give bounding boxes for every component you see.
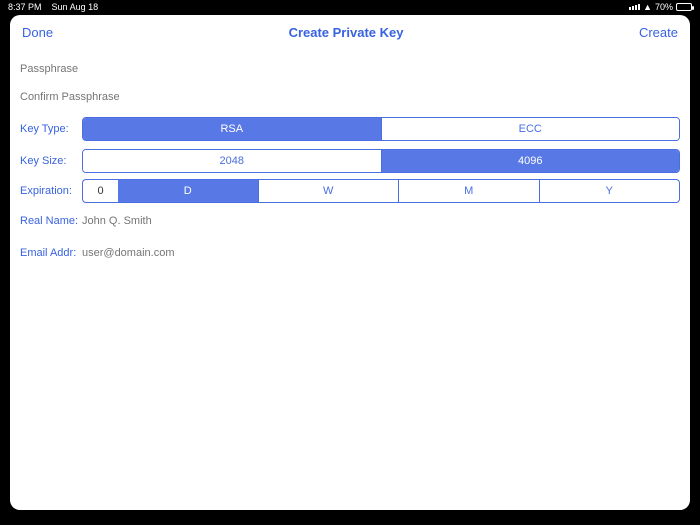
form-content: Key Type: RSA ECC Key Size: 2048 4096 Ex… (10, 51, 690, 277)
expiration-unit-y[interactable]: Y (540, 179, 681, 203)
done-button[interactable]: Done (22, 25, 53, 40)
status-right: ▲ 70% (629, 2, 692, 12)
nav-bar: Done Create Private Key Create (10, 15, 690, 51)
expiration-row: Expiration: D W M Y (20, 179, 680, 203)
key-type-row: Key Type: RSA ECC (20, 115, 680, 143)
cellular-signal-icon (629, 4, 640, 10)
passphrase-input[interactable] (20, 61, 680, 77)
key-size-4096[interactable]: 4096 (382, 150, 680, 172)
real-name-label: Real Name: (20, 215, 82, 227)
expiration-label: Expiration: (20, 185, 82, 197)
email-label: Email Addr: (20, 247, 82, 259)
key-size-segmented: 2048 4096 (82, 149, 680, 173)
clock-time: 8:37 PM (8, 2, 42, 12)
expiration-unit-m[interactable]: M (399, 179, 540, 203)
key-size-label: Key Size: (20, 155, 82, 167)
key-type-segmented: RSA ECC (82, 117, 680, 141)
battery-icon (676, 3, 692, 11)
confirm-passphrase-row (20, 83, 680, 111)
passphrase-row (20, 55, 680, 83)
key-type-label: Key Type: (20, 123, 82, 135)
expiration-unit-w[interactable]: W (259, 179, 400, 203)
status-time-date: 8:37 PM Sun Aug 18 (8, 2, 98, 12)
email-input[interactable] (82, 245, 680, 261)
key-type-rsa[interactable]: RSA (83, 118, 382, 140)
key-size-row: Key Size: 2048 4096 (20, 147, 680, 175)
confirm-passphrase-input[interactable] (20, 89, 680, 105)
page-title: Create Private Key (289, 25, 404, 40)
expiration-value-input[interactable] (82, 179, 118, 203)
battery-percent: 70% (655, 2, 673, 12)
key-size-2048[interactable]: 2048 (83, 150, 382, 172)
key-type-ecc[interactable]: ECC (382, 118, 680, 140)
real-name-row: Real Name: (20, 207, 680, 235)
modal-window: Done Create Private Key Create Key Type:… (10, 15, 690, 510)
real-name-input[interactable] (82, 213, 680, 229)
wifi-icon: ▲ (643, 2, 652, 12)
clock-date: Sun Aug 18 (52, 2, 99, 12)
expiration-unit-d[interactable]: D (118, 179, 259, 203)
email-row: Email Addr: (20, 239, 680, 267)
status-bar: 8:37 PM Sun Aug 18 ▲ 70% (0, 0, 700, 14)
create-button[interactable]: Create (639, 25, 678, 40)
